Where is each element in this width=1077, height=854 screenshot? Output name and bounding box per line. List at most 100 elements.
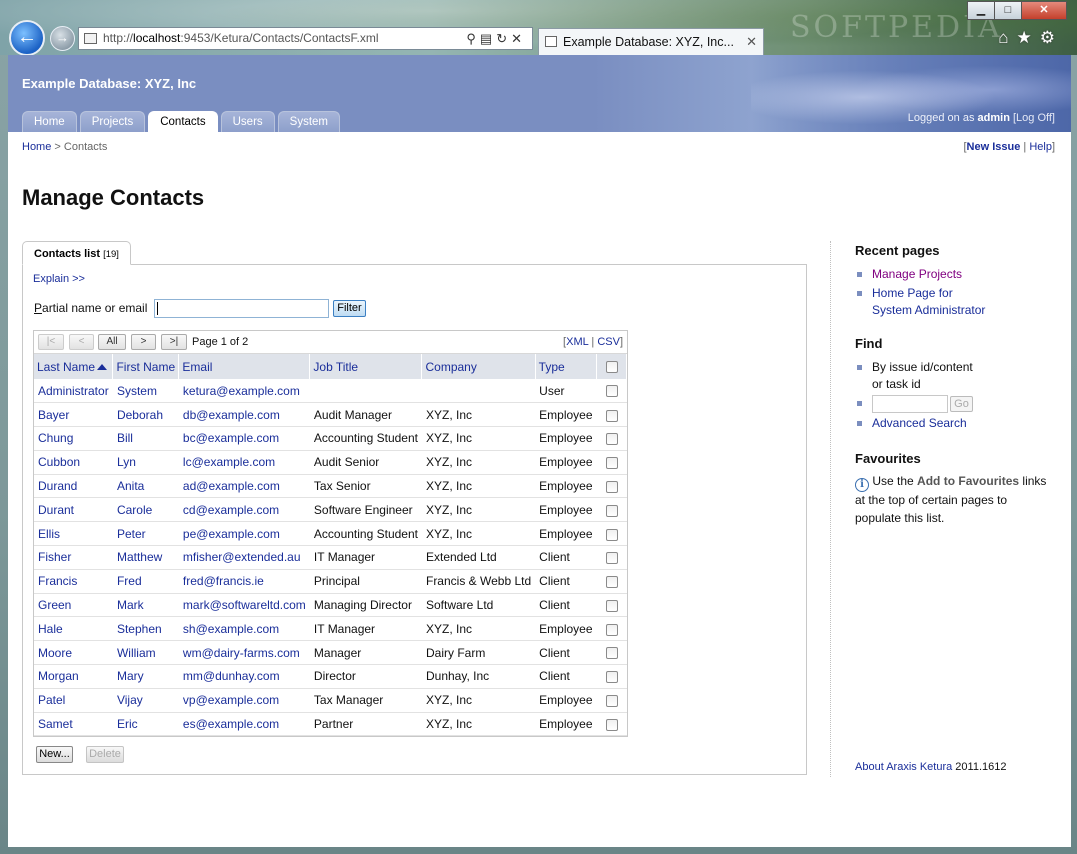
tab-system[interactable]: System bbox=[277, 111, 340, 132]
row-checkbox[interactable] bbox=[605, 433, 618, 446]
col-company[interactable]: Company bbox=[421, 354, 536, 379]
cell-first-name[interactable]: Mary bbox=[112, 664, 179, 689]
cell-first-name[interactable]: Fred bbox=[112, 569, 179, 594]
close-window-button[interactable]: ✕ bbox=[1021, 1, 1067, 20]
compat-icon[interactable]: ▤ bbox=[480, 31, 496, 46]
row-checkbox[interactable] bbox=[605, 409, 618, 422]
cell-first-name[interactable]: Deborah bbox=[112, 402, 179, 428]
cell-email[interactable]: es@example.com bbox=[178, 712, 310, 737]
table-row[interactable]: Green Mark mark@softwareltd.com Managing Di… bbox=[34, 593, 627, 618]
row-checkbox[interactable] bbox=[605, 623, 618, 636]
cell-email[interactable]: cd@example.com bbox=[178, 497, 310, 523]
cell-last-name[interactable]: Patel bbox=[34, 688, 113, 713]
find-input[interactable] bbox=[872, 395, 948, 413]
table-row[interactable]: Ellis Peter pe@example.com Accounting Stude… bbox=[34, 521, 627, 547]
row-checkbox[interactable] bbox=[605, 576, 618, 589]
cell-last-name[interactable]: Samet bbox=[34, 712, 113, 737]
cell-first-name[interactable]: Bill bbox=[112, 426, 179, 451]
filter-input[interactable] bbox=[154, 299, 329, 318]
contacts-list-tab[interactable]: Contacts list [19] bbox=[22, 241, 131, 265]
address-bar[interactable]: http://localhost:9453/Ketura/Contacts/Co… bbox=[78, 27, 533, 50]
table-row[interactable]: Cubbon Lyn lc@example.com Audit Senior XYZ, … bbox=[34, 450, 627, 475]
explain-link[interactable]: Explain >> bbox=[33, 273, 85, 285]
forward-button[interactable]: → bbox=[50, 26, 75, 51]
last-page-button[interactable]: >| bbox=[161, 334, 187, 350]
cell-last-name[interactable]: Bayer bbox=[34, 402, 113, 428]
table-row[interactable]: Hale Stephen sh@example.com IT Manager XYZ, … bbox=[34, 616, 627, 642]
row-checkbox[interactable] bbox=[605, 480, 618, 493]
cell-email[interactable]: fred@francis.ie bbox=[178, 569, 310, 594]
breadcrumb-home-link[interactable]: Home bbox=[22, 141, 51, 153]
table-row[interactable]: Bayer Deborah db@example.com Audit Manager X… bbox=[34, 402, 627, 428]
cell-email[interactable]: mark@softwareltd.com bbox=[178, 593, 310, 618]
new-issue-link[interactable]: New Issue bbox=[967, 141, 1021, 153]
home-icon[interactable]: ⌂ bbox=[998, 28, 1016, 47]
row-checkbox[interactable] bbox=[605, 671, 618, 684]
col-job-title[interactable]: Job Title bbox=[309, 354, 423, 379]
cell-last-name[interactable]: Fisher bbox=[34, 545, 113, 570]
filter-button[interactable]: Filter bbox=[333, 300, 366, 317]
star-icon[interactable]: ★ bbox=[1017, 28, 1040, 47]
cell-email[interactable]: sh@example.com bbox=[178, 616, 310, 642]
table-row[interactable]: Francis Fred fred@francis.ie Principal Franc… bbox=[34, 569, 627, 594]
cell-first-name[interactable]: Eric bbox=[112, 712, 179, 737]
cell-last-name[interactable]: Ellis bbox=[34, 521, 113, 547]
cell-first-name[interactable]: Stephen bbox=[112, 616, 179, 642]
cell-email[interactable]: mfisher@extended.au bbox=[178, 545, 310, 570]
select-all-checkbox[interactable] bbox=[605, 361, 618, 374]
cell-first-name[interactable]: Carole bbox=[112, 497, 179, 523]
new-contact-button[interactable]: New... bbox=[36, 746, 73, 763]
help-link[interactable]: Help bbox=[1029, 141, 1052, 153]
export-csv-link[interactable]: CSV bbox=[597, 336, 620, 348]
cell-email[interactable]: wm@dairy-farms.com bbox=[178, 640, 310, 666]
tab-users[interactable]: Users bbox=[220, 111, 275, 132]
cell-email[interactable]: ketura@example.com bbox=[178, 379, 310, 404]
cell-first-name[interactable]: Lyn bbox=[112, 450, 179, 475]
maximize-button[interactable]: □ bbox=[994, 1, 1022, 20]
cell-last-name[interactable]: Durant bbox=[34, 497, 113, 523]
minimize-button[interactable]: ▁ bbox=[967, 1, 995, 20]
logoff-link[interactable]: [Log Off] bbox=[1013, 112, 1055, 124]
col-email[interactable]: Email bbox=[178, 354, 311, 379]
cell-first-name[interactable]: Peter bbox=[112, 521, 179, 547]
col-type[interactable]: Type bbox=[535, 354, 598, 379]
cell-last-name[interactable]: Moore bbox=[34, 640, 113, 666]
row-checkbox[interactable] bbox=[605, 504, 618, 517]
tab-close-icon[interactable]: ✕ bbox=[746, 29, 757, 55]
col-last-name[interactable]: Last Name bbox=[34, 354, 114, 379]
col-first-name[interactable]: First Name bbox=[112, 354, 180, 379]
table-row[interactable]: Chung Bill bc@example.com Accounting Studen… bbox=[34, 426, 627, 451]
advanced-search-link[interactable]: Advanced Search bbox=[872, 416, 967, 430]
table-row[interactable]: Administrator System ketura@example.com Use… bbox=[34, 379, 627, 404]
row-checkbox[interactable] bbox=[605, 599, 618, 612]
table-row[interactable]: Durant Carole cd@example.com Software Engin… bbox=[34, 497, 627, 523]
go-button[interactable]: Go bbox=[950, 396, 973, 412]
cell-first-name[interactable]: Vijay bbox=[112, 688, 179, 713]
table-row[interactable]: Samet Eric es@example.com Partner XYZ, Inc Em… bbox=[34, 712, 627, 737]
browser-tab[interactable]: Example Database: XYZ, Inc... ✕ bbox=[538, 28, 764, 55]
back-button[interactable]: ← bbox=[9, 20, 45, 56]
cell-email[interactable]: pe@example.com bbox=[178, 521, 310, 547]
prev-page-button[interactable]: < bbox=[69, 334, 94, 350]
cell-email[interactable]: mm@dunhay.com bbox=[178, 664, 310, 689]
row-checkbox[interactable] bbox=[605, 528, 618, 541]
tab-home[interactable]: Home bbox=[22, 111, 77, 132]
refresh-icon[interactable]: ↻ bbox=[496, 31, 511, 46]
cell-email[interactable]: vp@example.com bbox=[178, 688, 310, 713]
search-icon[interactable]: ⚲ bbox=[466, 31, 480, 46]
export-xml-link[interactable]: XML bbox=[566, 336, 588, 348]
row-checkbox[interactable] bbox=[605, 385, 618, 398]
cell-last-name[interactable]: Durand bbox=[34, 474, 113, 499]
tab-contacts[interactable]: Contacts bbox=[148, 111, 218, 132]
about-link[interactable]: About Araxis Ketura bbox=[855, 761, 952, 773]
row-checkbox[interactable] bbox=[605, 718, 618, 731]
cell-last-name[interactable]: Morgan bbox=[34, 664, 113, 689]
cell-first-name[interactable]: Anita bbox=[112, 474, 179, 499]
table-row[interactable]: Morgan Mary mm@dunhay.com Director Dunhay, I… bbox=[34, 664, 627, 689]
cell-first-name[interactable]: System bbox=[112, 379, 179, 404]
delete-button[interactable]: Delete bbox=[86, 746, 124, 763]
table-row[interactable]: Moore William wm@dairy-farms.com Manager Dai… bbox=[34, 640, 627, 666]
recent-manage-projects-link[interactable]: Manage Projects bbox=[872, 267, 962, 281]
table-row[interactable]: Durand Anita ad@example.com Tax Senior XYZ, … bbox=[34, 474, 627, 499]
cell-last-name[interactable]: Administrator bbox=[34, 379, 113, 404]
